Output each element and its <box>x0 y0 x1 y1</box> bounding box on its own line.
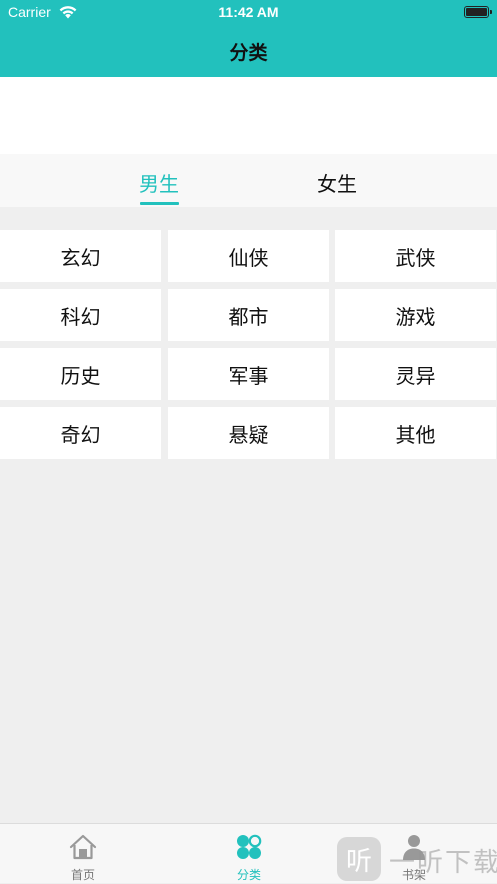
category-item[interactable]: 历史 <box>0 348 161 400</box>
category-item[interactable]: 武侠 <box>335 230 496 282</box>
gender-tabs: 男生 女生 <box>0 154 497 207</box>
category-item[interactable]: 灵异 <box>335 348 496 400</box>
tab-indicator <box>140 202 179 205</box>
tab-female[interactable]: 女生 <box>297 168 377 197</box>
page-title: 分类 <box>229 42 268 64</box>
category-item[interactable]: 仙侠 <box>168 230 329 282</box>
status-time: 11:42 AM <box>218 4 279 20</box>
battery-icon <box>464 6 492 18</box>
tabbar-item-category[interactable]: 分类 <box>189 824 309 884</box>
category-item[interactable]: 悬疑 <box>168 407 329 459</box>
bottom-tab-bar: 首页 分类 书架 <box>0 823 497 883</box>
bookshelf-icon <box>403 835 425 860</box>
category-item[interactable]: 军事 <box>168 348 329 400</box>
tab-male[interactable]: 男生 <box>119 168 199 197</box>
category-item[interactable]: 都市 <box>168 289 329 341</box>
category-item[interactable]: 科幻 <box>0 289 161 341</box>
category-item[interactable]: 奇幻 <box>0 407 161 459</box>
tabbar-label-home: 首页 <box>70 868 95 882</box>
tabbar-item-bookshelf[interactable]: 书架 <box>354 824 474 884</box>
home-icon <box>69 834 97 860</box>
category-item[interactable]: 游戏 <box>335 289 496 341</box>
status-bar: Carrier 11:42 AM <box>0 0 497 26</box>
category-icon <box>237 834 262 859</box>
category-item[interactable]: 玄幻 <box>0 230 161 282</box>
tabbar-label-category: 分类 <box>236 868 261 882</box>
banner-area <box>0 77 497 154</box>
tabbar-item-home[interactable]: 首页 <box>23 824 143 884</box>
tabbar-label-bookshelf: 书架 <box>401 868 426 882</box>
category-item[interactable]: 其他 <box>335 407 496 459</box>
header: Carrier 11:42 AM 分类 <box>0 0 497 77</box>
